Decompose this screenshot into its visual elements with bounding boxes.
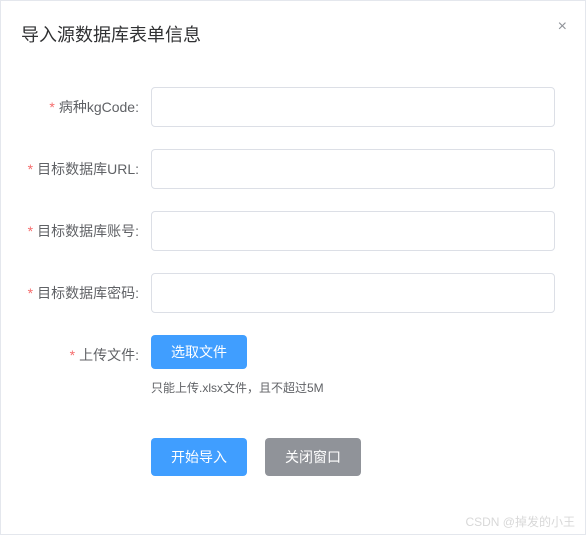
url-input[interactable] bbox=[151, 149, 555, 189]
label-upload: *上传文件: bbox=[21, 335, 151, 375]
form-item-kgcode: * 病种kgCode: bbox=[21, 87, 565, 127]
kgcode-input[interactable] bbox=[151, 87, 555, 127]
dialog-body: *病种kgCode: *目标数据库URL: *目标数据库账号: bbox=[1, 57, 585, 428]
label-kgcode: * 病种kgCode: bbox=[21, 87, 151, 127]
close-window-button[interactable]: 关闭窗口 bbox=[265, 438, 361, 476]
import-dialog: 导入源数据库表单信息 × *病种kgCode: *目标数据库URL: *目标数据… bbox=[0, 0, 586, 535]
form-item-account: *目标数据库账号: bbox=[21, 211, 565, 251]
upload-tip: 只能上传.xlsx文件，且不超过5M bbox=[151, 379, 555, 396]
content-account bbox=[151, 211, 565, 251]
label-url: *目标数据库URL: bbox=[21, 149, 151, 189]
content-kgcode bbox=[151, 87, 565, 127]
content-password bbox=[151, 273, 565, 313]
form-item-upload: *上传文件: 选取文件 只能上传.xlsx文件，且不超过5M bbox=[21, 335, 565, 396]
dialog-title: 导入源数据库表单信息 bbox=[21, 25, 201, 45]
watermark: CSDN @掉发的小王 bbox=[465, 513, 575, 530]
required-mark: * bbox=[28, 223, 33, 239]
footer-buttons: 开始导入 关闭窗口 bbox=[151, 438, 361, 476]
submit-button[interactable]: 开始导入 bbox=[151, 438, 247, 476]
content-upload: 选取文件 只能上传.xlsx文件，且不超过5M bbox=[151, 335, 565, 396]
label-url-text: 目标数据库URL: bbox=[37, 161, 139, 177]
required-mark: * bbox=[28, 285, 33, 301]
label-upload-text: 上传文件: bbox=[79, 347, 139, 363]
select-file-button[interactable]: 选取文件 bbox=[151, 335, 247, 369]
label-account-text: 目标数据库账号: bbox=[37, 223, 139, 239]
content-url bbox=[151, 149, 565, 189]
label-password: *目标数据库密码: bbox=[21, 273, 151, 313]
label-password-text: 目标数据库密码: bbox=[37, 285, 139, 301]
password-input[interactable] bbox=[151, 273, 555, 313]
form-item-url: *目标数据库URL: bbox=[21, 149, 565, 189]
dialog-header: 导入源数据库表单信息 × bbox=[1, 1, 585, 57]
required-mark: * bbox=[70, 347, 75, 363]
form-item-password: *目标数据库密码: bbox=[21, 273, 565, 313]
close-icon[interactable]: × bbox=[558, 19, 567, 35]
label-kgcode-text: 病种kgCode: bbox=[59, 99, 139, 115]
required-mark: * bbox=[28, 161, 33, 177]
label-account: *目标数据库账号: bbox=[21, 211, 151, 251]
account-input[interactable] bbox=[151, 211, 555, 251]
dialog-footer: 开始导入 关闭窗口 bbox=[1, 428, 585, 496]
required-mark: * bbox=[49, 99, 54, 115]
